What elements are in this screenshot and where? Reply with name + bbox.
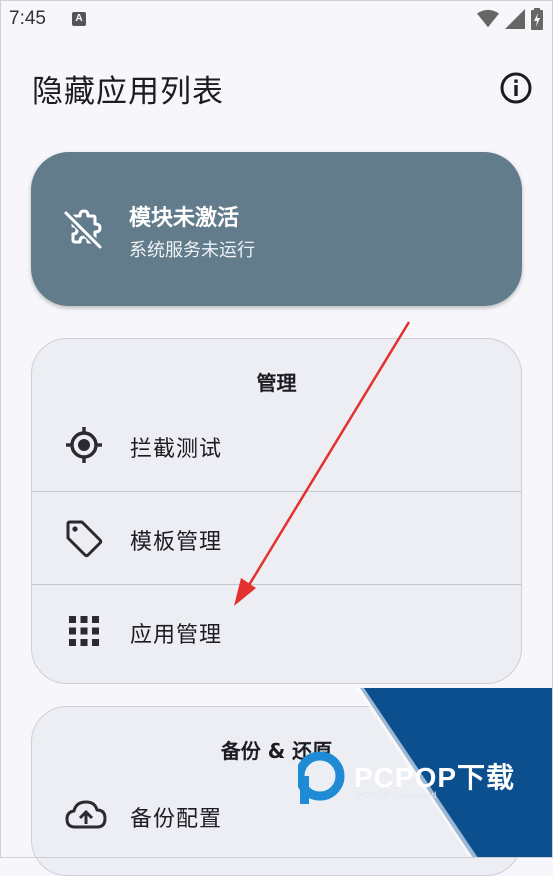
status-title: 模块未激活 (129, 206, 240, 231)
status-subtitle: 系统服务未运行 (129, 240, 255, 261)
app-manage-item[interactable]: 应用管理 (32, 585, 521, 677)
watermark-sub: PCPOP Download (356, 790, 437, 800)
gps-target-icon (66, 427, 102, 463)
template-manage-item[interactable]: 模板管理 (32, 492, 521, 584)
battery-charging-icon (531, 8, 543, 30)
backup-config-label: 备份配置 (130, 807, 223, 832)
info-icon (500, 72, 532, 104)
extension-off-icon (63, 209, 103, 250)
tag-icon (66, 520, 103, 558)
status-bar: 7:45 A (0, 0, 553, 40)
status-time: 7:45 (9, 8, 46, 29)
intercept-test-label: 拦截测试 (130, 437, 223, 462)
template-manage-label: 模板管理 (130, 530, 223, 555)
module-status-card[interactable]: 模块未激活 系统服务未运行 (31, 152, 522, 306)
notification-a-icon: A (72, 12, 86, 26)
signal-icon (505, 9, 525, 29)
app-manage-label: 应用管理 (130, 623, 223, 648)
manage-section-card: 管理 拦截测试 模板管理 应用管理 (31, 338, 522, 684)
cloud-upload-icon (65, 800, 107, 829)
info-button[interactable] (498, 70, 534, 106)
wifi-icon (477, 9, 499, 28)
intercept-test-item[interactable]: 拦截测试 (32, 399, 521, 491)
page-title: 隐藏应用列表 (32, 74, 224, 110)
section-title-manage: 管理 (256, 371, 297, 395)
apps-grid-icon (69, 616, 99, 646)
